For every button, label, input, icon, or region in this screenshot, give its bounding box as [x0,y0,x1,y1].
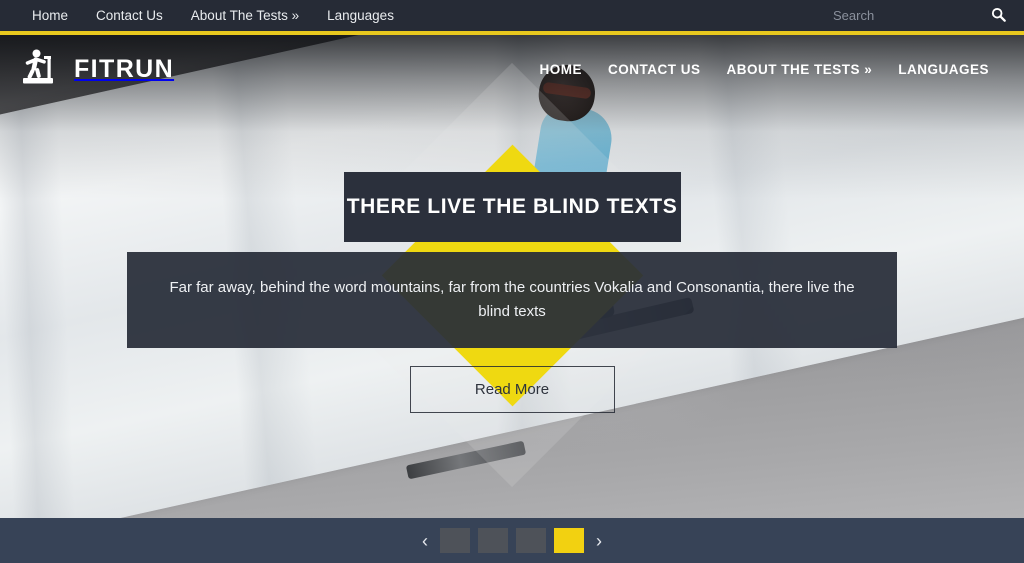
hero-title: THERE LIVE THE BLIND TEXTS [346,195,678,218]
search-input[interactable] [833,8,983,23]
hero-subtitle: Far far away, behind the word mountains,… [169,279,855,320]
top-utility-bar: Home Contact Us About The Tests » Langua… [0,0,1024,31]
page-root: Home Contact Us About The Tests » Langua… [0,0,1024,563]
carousel-thumb-2[interactable] [478,528,508,553]
main-nav-item-about-the-tests[interactable]: ABOUT THE TESTS » [713,62,885,77]
brand-logo-link[interactable]: FITRUN [20,48,174,91]
main-nav-item-contact-us[interactable]: CONTACT US [595,62,714,77]
top-nav-item-languages[interactable]: Languages [313,0,408,31]
read-more-button[interactable]: Read More [409,366,615,413]
carousel-next-button[interactable]: › [584,532,614,550]
carousel-thumbnails [440,528,584,553]
top-nav-item-home[interactable]: Home [18,0,82,31]
carousel-thumb-4[interactable] [554,528,584,553]
search-icon [991,7,1006,25]
hero-content: THERE LIVE THE BLIND TEXTS Far far away,… [0,35,1024,518]
brand-name: FITRUN [74,54,175,83]
carousel-thumb-3[interactable] [516,528,546,553]
hero-slider: THERE LIVE THE BLIND TEXTS Far far away,… [0,35,1024,518]
top-search-area [833,0,1024,31]
accent-divider [0,31,1024,35]
main-nav: HOME CONTACT US ABOUT THE TESTS » LANGUA… [526,62,1002,77]
top-nav: Home Contact Us About The Tests » Langua… [18,0,408,31]
main-nav-item-languages[interactable]: LANGUAGES [885,62,1002,77]
top-nav-item-about-the-tests[interactable]: About The Tests » [177,0,313,31]
carousel-thumb-1[interactable] [440,528,470,553]
carousel-prev-button[interactable]: ‹ [410,532,440,550]
hero-title-panel: THERE LIVE THE BLIND TEXTS [343,172,681,242]
main-header: FITRUN HOME CONTACT US ABOUT THE TESTS »… [0,35,1024,103]
carousel-control-bar: ‹ › [0,518,1024,563]
hero-subtitle-panel: Far far away, behind the word mountains,… [127,252,897,348]
top-nav-item-contact-us[interactable]: Contact Us [82,0,177,31]
main-nav-item-home[interactable]: HOME [526,62,595,77]
search-button[interactable] [983,7,1024,25]
treadmill-runner-icon [20,48,60,91]
